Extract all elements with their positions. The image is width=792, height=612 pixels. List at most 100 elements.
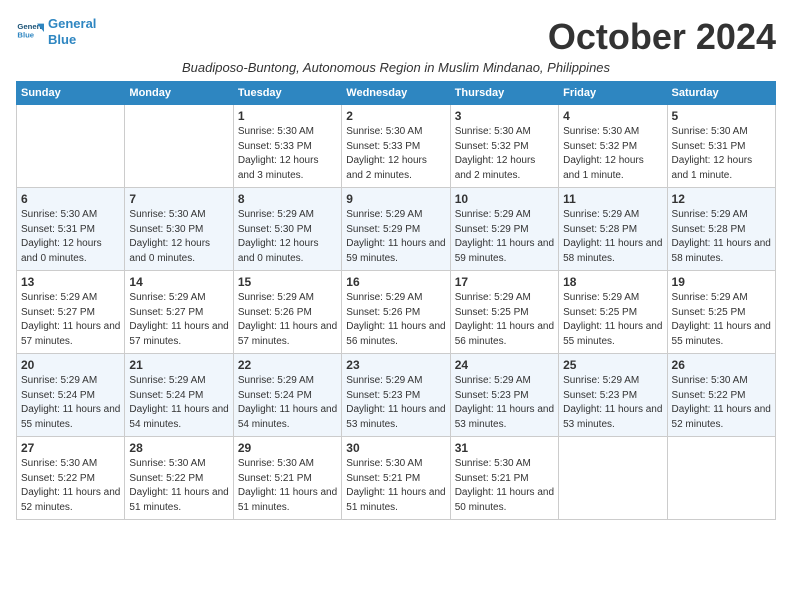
calendar-cell: 8Sunrise: 5:29 AMSunset: 5:30 PMDaylight… <box>233 188 341 271</box>
day-number: 16 <box>346 275 445 289</box>
day-number: 4 <box>563 109 662 123</box>
day-info: Sunrise: 5:29 AMSunset: 5:24 PMDaylight:… <box>21 374 120 432</box>
header-sunday: Sunday <box>17 82 125 105</box>
day-number: 21 <box>129 358 228 372</box>
day-number: 6 <box>21 192 120 206</box>
logo-icon: General Blue <box>16 18 44 46</box>
calendar-cell: 26 Sunrise: 5:30 AMSunset: 5:22 PMDayligh… <box>667 354 775 437</box>
day-info: Sunrise: 5:30 AMSunset: 5:30 PMDaylight:… <box>129 208 228 266</box>
day-info: Sunrise: 5:29 AMSunset: 5:25 PMDaylight:… <box>563 291 662 349</box>
day-info: Sunrise: 5:29 AMSunset: 5:30 PMDaylight:… <box>238 208 337 266</box>
calendar-cell: 2Sunrise: 5:30 AMSunset: 5:33 PMDaylight… <box>342 105 450 188</box>
day-number: 7 <box>129 192 228 206</box>
calendar-cell: 29 Sunrise: 5:30 AMSunset: 5:21 PMDayligh… <box>233 437 341 520</box>
day-info: Sunrise: 5:29 AMSunset: 5:23 PMDaylight:… <box>455 374 554 432</box>
day-number: 13 <box>21 275 120 289</box>
calendar-week-4: 20 Sunrise: 5:29 AMSunset: 5:24 PMDayligh… <box>17 354 776 437</box>
logo-line1: General <box>48 16 96 31</box>
calendar-cell: 13 Sunrise: 5:29 AMSunset: 5:27 PMDayligh… <box>17 271 125 354</box>
day-info: Sunrise: 5:29 AMSunset: 5:26 PMDaylight:… <box>346 291 445 349</box>
day-info: Sunrise: 5:29 AMSunset: 5:24 PMDaylight:… <box>238 374 337 432</box>
day-info: Sunrise: 5:29 AMSunset: 5:23 PMDaylight:… <box>563 374 662 432</box>
calendar-cell: 22 Sunrise: 5:29 AMSunset: 5:24 PMDayligh… <box>233 354 341 437</box>
calendar-cell: 20 Sunrise: 5:29 AMSunset: 5:24 PMDayligh… <box>17 354 125 437</box>
day-number: 18 <box>563 275 662 289</box>
calendar-cell: 1Sunrise: 5:30 AMSunset: 5:33 PMDaylight… <box>233 105 341 188</box>
calendar-cell: 16 Sunrise: 5:29 AMSunset: 5:26 PMDayligh… <box>342 271 450 354</box>
day-number: 23 <box>346 358 445 372</box>
day-info: Sunrise: 5:30 AMSunset: 5:31 PMDaylight:… <box>21 208 120 266</box>
calendar-cell: 28Sunrise: 5:30 AMSunset: 5:22 PMDayligh… <box>125 437 233 520</box>
calendar-cell <box>667 437 775 520</box>
calendar-cell <box>125 105 233 188</box>
header-friday: Friday <box>559 82 667 105</box>
calendar-cell: 18 Sunrise: 5:29 AMSunset: 5:25 PMDayligh… <box>559 271 667 354</box>
calendar-cell: 15 Sunrise: 5:29 AMSunset: 5:26 PMDayligh… <box>233 271 341 354</box>
calendar-cell: 3Sunrise: 5:30 AMSunset: 5:32 PMDaylight… <box>450 105 558 188</box>
calendar-cell: 10Sunrise: 5:29 AMSunset: 5:29 PMDayligh… <box>450 188 558 271</box>
calendar-week-2: 6 Sunrise: 5:30 AMSunset: 5:31 PMDaylight… <box>17 188 776 271</box>
calendar-cell <box>17 105 125 188</box>
day-info: Sunrise: 5:29 AMSunset: 5:26 PMDaylight:… <box>238 291 337 349</box>
calendar-header-row: SundayMondayTuesdayWednesdayThursdayFrid… <box>17 82 776 105</box>
calendar-subtitle: Buadiposo-Buntong, Autonomous Region in … <box>16 60 776 75</box>
calendar-cell: 17Sunrise: 5:29 AMSunset: 5:25 PMDayligh… <box>450 271 558 354</box>
day-info: Sunrise: 5:30 AMSunset: 5:22 PMDaylight:… <box>672 374 771 432</box>
logo-text: General Blue <box>48 16 96 47</box>
day-number: 5 <box>672 109 771 123</box>
day-info: Sunrise: 5:30 AMSunset: 5:22 PMDaylight:… <box>21 457 120 515</box>
day-info: Sunrise: 5:29 AMSunset: 5:23 PMDaylight:… <box>346 374 445 432</box>
calendar-cell: 30 Sunrise: 5:30 AMSunset: 5:21 PMDayligh… <box>342 437 450 520</box>
calendar-cell: 4 Sunrise: 5:30 AMSunset: 5:32 PMDaylight… <box>559 105 667 188</box>
calendar-table: SundayMondayTuesdayWednesdayThursdayFrid… <box>16 81 776 520</box>
day-info: Sunrise: 5:29 AMSunset: 5:29 PMDaylight:… <box>455 208 554 266</box>
calendar-week-5: 27Sunrise: 5:30 AMSunset: 5:22 PMDayligh… <box>17 437 776 520</box>
day-number: 3 <box>455 109 554 123</box>
calendar-cell: 25 Sunrise: 5:29 AMSunset: 5:23 PMDayligh… <box>559 354 667 437</box>
day-number: 26 <box>672 358 771 372</box>
day-info: Sunrise: 5:29 AMSunset: 5:27 PMDaylight:… <box>129 291 228 349</box>
day-info: Sunrise: 5:29 AMSunset: 5:29 PMDaylight:… <box>346 208 445 266</box>
calendar-cell: 21 Sunrise: 5:29 AMSunset: 5:24 PMDayligh… <box>125 354 233 437</box>
day-number: 1 <box>238 109 337 123</box>
calendar-cell: 31Sunrise: 5:30 AMSunset: 5:21 PMDayligh… <box>450 437 558 520</box>
calendar-cell: 6 Sunrise: 5:30 AMSunset: 5:31 PMDaylight… <box>17 188 125 271</box>
day-number: 25 <box>563 358 662 372</box>
day-info: Sunrise: 5:29 AMSunset: 5:24 PMDaylight:… <box>129 374 228 432</box>
calendar-cell: 7 Sunrise: 5:30 AMSunset: 5:30 PMDaylight… <box>125 188 233 271</box>
calendar-cell: 12Sunrise: 5:29 AMSunset: 5:28 PMDayligh… <box>667 188 775 271</box>
day-number: 15 <box>238 275 337 289</box>
calendar-week-3: 13 Sunrise: 5:29 AMSunset: 5:27 PMDayligh… <box>17 271 776 354</box>
logo-line2: Blue <box>48 32 76 47</box>
day-info: Sunrise: 5:30 AMSunset: 5:21 PMDaylight:… <box>455 457 554 515</box>
day-number: 17 <box>455 275 554 289</box>
day-number: 20 <box>21 358 120 372</box>
day-number: 30 <box>346 441 445 455</box>
day-number: 22 <box>238 358 337 372</box>
day-number: 28 <box>129 441 228 455</box>
header-thursday: Thursday <box>450 82 558 105</box>
day-info: Sunrise: 5:30 AMSunset: 5:21 PMDaylight:… <box>346 457 445 515</box>
logo: General Blue General Blue <box>16 16 96 47</box>
day-number: 11 <box>563 192 662 206</box>
day-number: 2 <box>346 109 445 123</box>
day-number: 12 <box>672 192 771 206</box>
day-info: Sunrise: 5:30 AMSunset: 5:31 PMDaylight:… <box>672 125 771 183</box>
calendar-cell <box>559 437 667 520</box>
day-info: Sunrise: 5:29 AMSunset: 5:28 PMDaylight:… <box>563 208 662 266</box>
calendar-cell: 23 Sunrise: 5:29 AMSunset: 5:23 PMDayligh… <box>342 354 450 437</box>
day-number: 9 <box>346 192 445 206</box>
calendar-cell: 19Sunrise: 5:29 AMSunset: 5:25 PMDayligh… <box>667 271 775 354</box>
calendar-cell: 27Sunrise: 5:30 AMSunset: 5:22 PMDayligh… <box>17 437 125 520</box>
header-monday: Monday <box>125 82 233 105</box>
svg-text:Blue: Blue <box>17 30 34 39</box>
header-tuesday: Tuesday <box>233 82 341 105</box>
calendar-cell: 14 Sunrise: 5:29 AMSunset: 5:27 PMDayligh… <box>125 271 233 354</box>
day-info: Sunrise: 5:30 AMSunset: 5:21 PMDaylight:… <box>238 457 337 515</box>
day-info: Sunrise: 5:30 AMSunset: 5:32 PMDaylight:… <box>563 125 662 183</box>
header-wednesday: Wednesday <box>342 82 450 105</box>
calendar-cell: 5 Sunrise: 5:30 AMSunset: 5:31 PMDaylight… <box>667 105 775 188</box>
day-info: Sunrise: 5:29 AMSunset: 5:27 PMDaylight:… <box>21 291 120 349</box>
day-number: 29 <box>238 441 337 455</box>
day-number: 14 <box>129 275 228 289</box>
